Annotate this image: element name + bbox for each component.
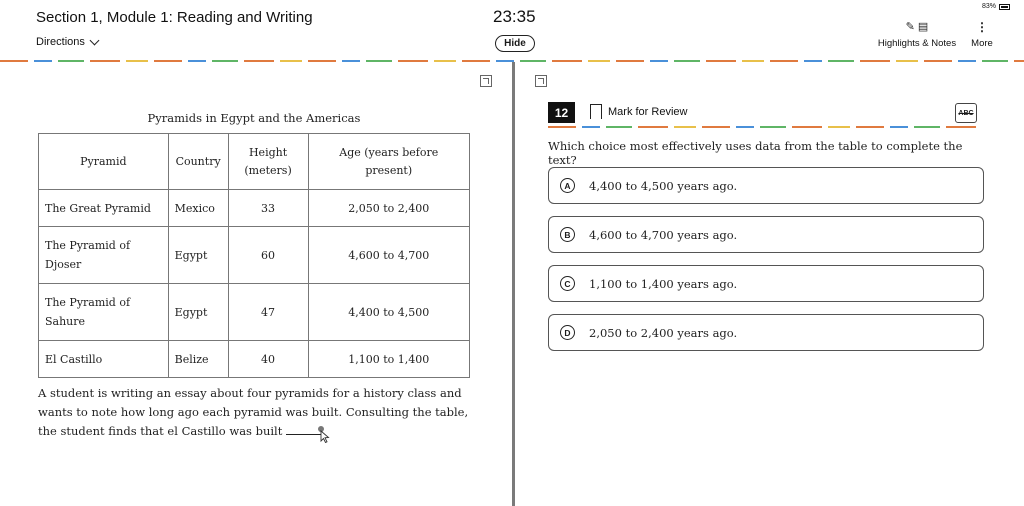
- table-cell: 4,400 to 4,500: [307, 283, 470, 341]
- table-cell: Egypt: [167, 283, 229, 341]
- table-cell: 60: [227, 226, 309, 284]
- table-cell: 4,600 to 4,700: [307, 226, 470, 284]
- expand-passage-icon[interactable]: [480, 75, 492, 87]
- choice-letter: D: [560, 325, 575, 340]
- battery-icon: [999, 3, 1010, 10]
- choice-b[interactable]: B 4,600 to 4,700 years ago.: [548, 216, 984, 253]
- choice-text: 2,050 to 2,400 years ago.: [589, 325, 738, 340]
- directions-toggle[interactable]: Directions: [36, 35, 100, 48]
- question-header-divider: [548, 126, 980, 128]
- choice-c[interactable]: C 1,100 to 1,400 years ago.: [548, 265, 984, 302]
- pane-resize-handle[interactable]: [512, 62, 515, 506]
- hide-timer-button[interactable]: Hide: [495, 35, 535, 52]
- more-vertical-icon: ⋮: [976, 20, 988, 34]
- choice-text: 4,400 to 4,500 years ago.: [589, 178, 738, 193]
- column-header: Height (meters): [227, 133, 309, 190]
- highlight-notes-icon: ✎ ▤: [905, 21, 929, 33]
- highlights-notes-label: Highlights & Notes: [877, 38, 957, 49]
- bookmark-icon: [590, 104, 602, 120]
- section-title: Section 1, Module 1: Reading and Writing: [36, 9, 313, 26]
- table-cell: 1,100 to 1,400: [307, 340, 470, 378]
- mark-for-review-button[interactable]: Mark for Review: [590, 104, 688, 120]
- chevron-down-icon: [89, 35, 100, 45]
- choice-letter: A: [560, 178, 575, 193]
- table-header-row: Pyramid Country Height (meters) Age (yea…: [38, 133, 470, 190]
- table-cell: The Great Pyramid: [38, 189, 169, 227]
- more-button[interactable]: ⋮ More: [966, 20, 998, 49]
- highlights-notes-button[interactable]: ✎ ▤ Highlights & Notes: [873, 20, 961, 49]
- table-row: El Castillo Belize 40 1,100 to 1,400: [38, 340, 470, 378]
- table-cell: The Pyramid of Djoser: [38, 226, 169, 284]
- column-header: Age (years before present): [307, 133, 470, 190]
- timer: 23:35: [493, 7, 536, 26]
- table-cell: 40: [227, 340, 309, 378]
- table-cell: 33: [227, 189, 309, 227]
- choice-d[interactable]: D 2,050 to 2,400 years ago.: [548, 314, 984, 351]
- question-prompt: Which choice most effectively uses data …: [548, 139, 963, 167]
- table-cell: Belize: [167, 340, 229, 378]
- table-row: The Great Pyramid Mexico 33 2,050 to 2,4…: [38, 189, 470, 227]
- table-cell: El Castillo: [38, 340, 169, 378]
- passage-body: A student is writing an essay about four…: [38, 386, 469, 438]
- mouse-cursor-icon: [318, 426, 330, 443]
- expand-question-icon[interactable]: [535, 75, 547, 87]
- table-cell: 47: [227, 283, 309, 341]
- question-number: 12: [548, 102, 575, 123]
- more-label: More: [971, 38, 993, 49]
- table-cell: The Pyramid of Sahure: [38, 283, 169, 341]
- choice-text: 1,100 to 1,400 years ago.: [589, 276, 738, 291]
- table-row: The Pyramid of Djoser Egypt 60 4,600 to …: [38, 226, 470, 284]
- column-header: Pyramid: [38, 133, 169, 190]
- directions-label: Directions: [36, 36, 85, 48]
- header-bar: Section 1, Module 1: Reading and Writing…: [0, 0, 1024, 58]
- choice-letter: B: [560, 227, 575, 242]
- column-header: Country: [167, 133, 229, 190]
- battery-status: 83%: [982, 3, 1010, 10]
- choice-text: 4,600 to 4,700 years ago.: [589, 227, 738, 242]
- battery-level: 83%: [981, 3, 996, 10]
- choice-letter: C: [560, 276, 575, 291]
- choice-a[interactable]: A 4,400 to 4,500 years ago.: [548, 167, 984, 204]
- table-cell: 2,050 to 2,400: [307, 189, 470, 227]
- table-cell: Mexico: [167, 189, 229, 227]
- table-row: The Pyramid of Sahure Egypt 47 4,400 to …: [38, 283, 470, 341]
- passage-text: A student is writing an essay about four…: [38, 384, 470, 441]
- answer-eliminator-button[interactable]: ABC: [955, 103, 977, 123]
- table-caption: Pyramids in Egypt and the Americas: [147, 111, 361, 125]
- mark-for-review-label: Mark for Review: [608, 105, 688, 118]
- table-cell: Egypt: [167, 226, 229, 284]
- pyramids-table: Pyramid Country Height (meters) Age (yea…: [38, 133, 470, 378]
